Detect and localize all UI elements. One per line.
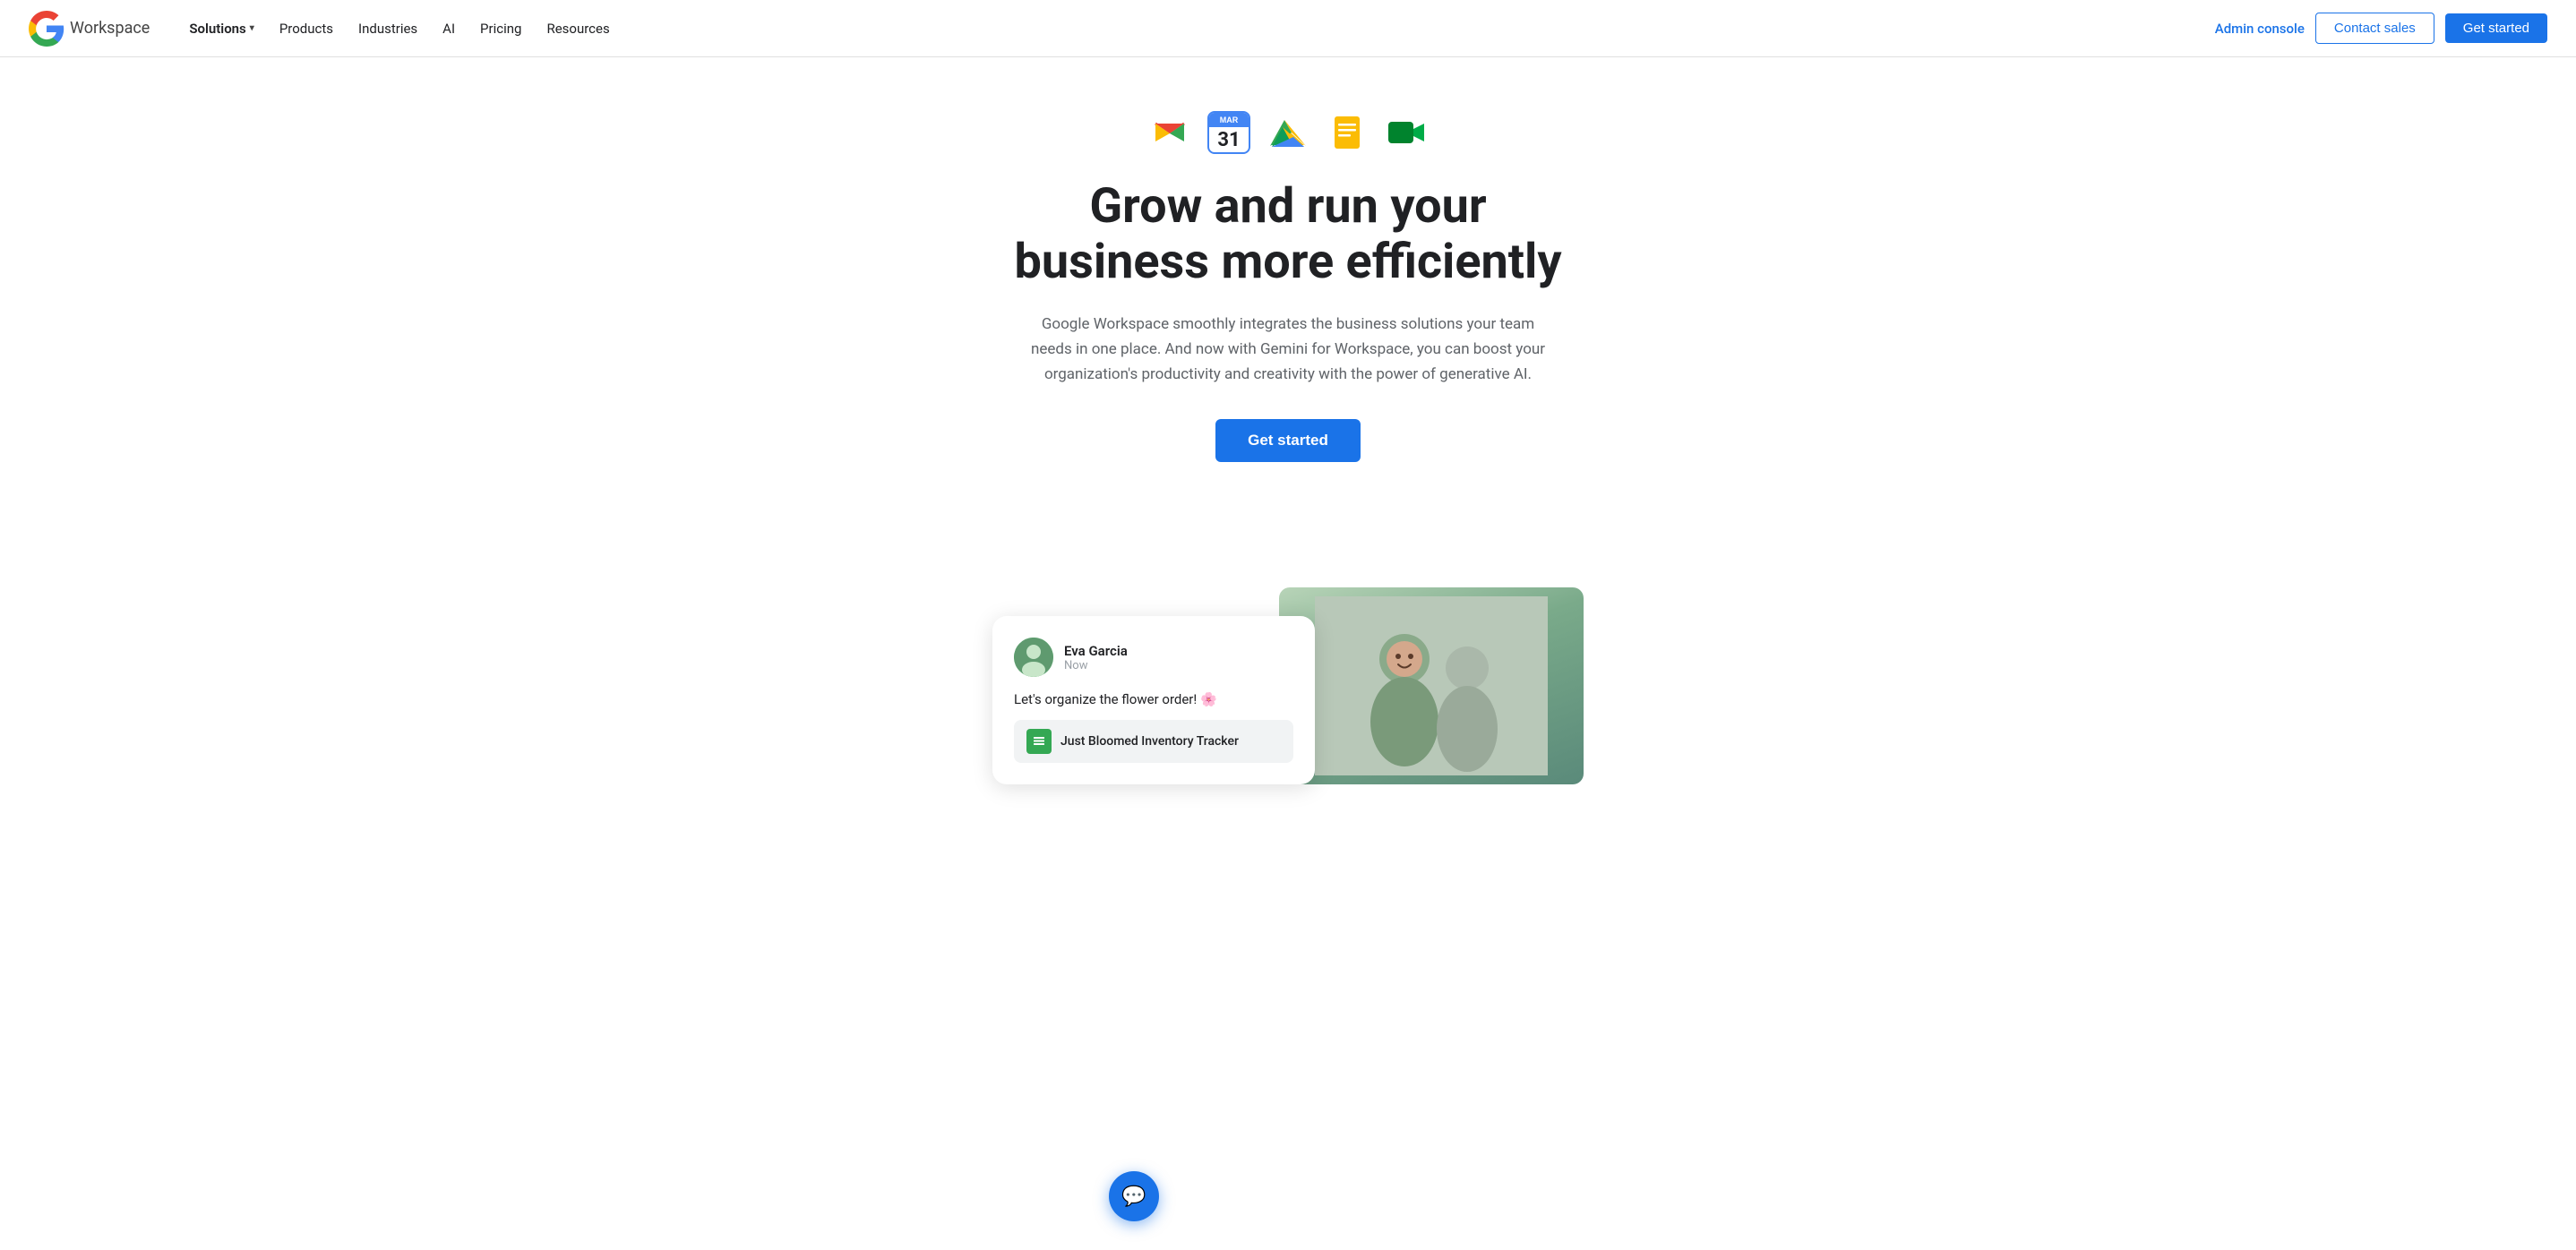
attachment-filename: Just Bloomed Inventory Tracker [1060,734,1239,749]
google-g-icon [29,11,64,47]
attachment-sheets-icon [1026,729,1052,754]
chat-notification-card: Eva Garcia Now Let's organize the flower… [992,616,1315,784]
nav-pricing[interactable]: Pricing [469,13,532,44]
nav-right: Admin console Contact sales Get started [2215,13,2547,44]
calendar-icon: MAR 31 [1207,111,1250,154]
preview-row: Eva Garcia Now Let's organize the flower… [992,534,1584,784]
avatar-image [1014,638,1053,677]
navbar: Workspace Solutions ▾ Products Industrie… [0,0,2576,57]
calendar-month-label: MAR [1209,113,1249,127]
app-icons-row: MAR 31 [1148,111,1428,154]
meet-icon [1385,111,1428,154]
logo[interactable]: Workspace [29,11,150,47]
chat-attachment[interactable]: Just Bloomed Inventory Tracker [1014,720,1293,763]
hero-title: Grow and run your business more efficien… [1014,179,1561,290]
nav-links: Solutions ▾ Products Industries AI Prici… [178,13,620,44]
chat-fab-button[interactable]: 💬 [1109,1171,1159,1221]
nav-solutions[interactable]: Solutions ▾ [178,13,264,44]
workspace-label: Workspace [70,19,150,38]
hero-subtitle: Google Workspace smoothly integrates the… [1019,312,1557,387]
chat-fab-icon: 💬 [1121,1186,1146,1208]
photo-people [1279,587,1584,784]
hero-photo [1279,587,1584,784]
chat-meta: Eva Garcia Now [1064,643,1128,672]
solutions-chevron-icon: ▾ [250,23,254,33]
contact-sales-button[interactable]: Contact sales [2315,13,2434,44]
chat-sender-name: Eva Garcia [1064,643,1128,659]
admin-console-link[interactable]: Admin console [2215,21,2305,37]
nav-left: Workspace Solutions ▾ Products Industrie… [29,11,621,47]
avatar [1014,638,1053,677]
chat-card-header: Eva Garcia Now [1014,638,1293,677]
preview-section: Eva Garcia Now Let's organize the flower… [0,498,2576,784]
nav-resources[interactable]: Resources [536,13,620,44]
docs-icon [1326,111,1369,154]
nav-industries[interactable]: Industries [348,13,428,44]
gmail-icon [1148,111,1191,154]
people-illustration [1315,596,1548,775]
sheets-icon [1031,733,1047,749]
drive-icon [1267,111,1309,154]
hero-section: MAR 31 [0,57,2576,498]
chat-time: Now [1064,659,1128,672]
get-started-nav-button[interactable]: Get started [2445,13,2547,43]
chat-message: Let's organize the flower order! 🌸 [1014,691,1293,707]
hero-get-started-button[interactable]: Get started [1215,419,1361,462]
nav-ai[interactable]: AI [432,13,466,44]
calendar-day-label: 31 [1209,127,1249,152]
nav-products[interactable]: Products [269,13,344,44]
